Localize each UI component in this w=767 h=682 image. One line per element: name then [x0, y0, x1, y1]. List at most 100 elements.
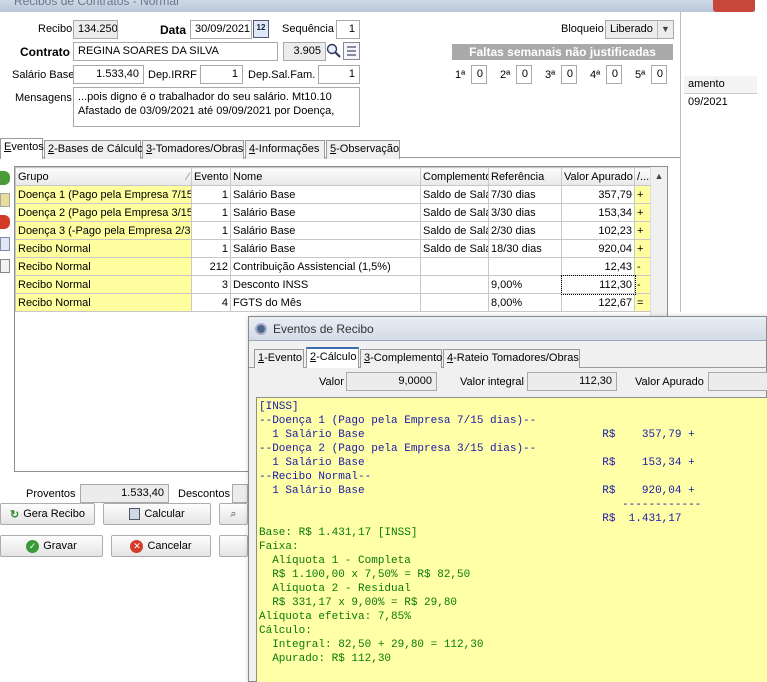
- dialog-tab-calculo[interactable]: 2-Cálculo: [306, 347, 359, 368]
- cell-nome: Salário Base: [230, 221, 421, 240]
- col-sinal[interactable]: /...: [634, 167, 652, 186]
- tab-tomadores-obras[interactable]: 3-Tomadores/Obras: [142, 140, 244, 159]
- col-complemento[interactable]: Complemento: [420, 167, 489, 186]
- cancelar-button[interactable]: ✕ Cancelar: [111, 535, 211, 557]
- search-icon[interactable]: [326, 42, 342, 60]
- proventos-label: Proventos: [26, 488, 76, 500]
- dialog-title-bar: Eventos de Recibo: [249, 317, 766, 341]
- faltas-week-field[interactable]: 0: [471, 65, 487, 84]
- table-row[interactable]: Recibo Normal 212 Contribuição Assistencia…: [15, 257, 652, 276]
- tab-eventos[interactable]: Eventos: [0, 138, 44, 159]
- chevron-down-icon[interactable]: ▼: [657, 21, 673, 38]
- salario-field[interactable]: 1.533,40: [73, 65, 144, 84]
- dialog-tab-rateio[interactable]: 4-Rateio Tomadores/Obras: [443, 349, 580, 368]
- faltas-title: Faltas semanais não justificadas: [452, 44, 673, 60]
- recibo-field[interactable]: 134.250: [73, 20, 118, 39]
- cell-evento: 212: [191, 257, 231, 276]
- contrato-code-field[interactable]: 3.905: [283, 42, 326, 61]
- cell-valor: 12,43: [561, 257, 635, 276]
- scroll-up-icon[interactable]: ▲: [651, 167, 667, 185]
- faltas-week-field[interactable]: 0: [651, 65, 667, 84]
- recibo-label: Recibo: [38, 23, 73, 35]
- tab-observacao[interactable]: 5-Observação: [326, 140, 400, 159]
- table-row[interactable]: Recibo Normal 4 FGTS do Mês 8,00% 122,67 =: [15, 293, 652, 312]
- document-icon[interactable]: [0, 259, 10, 273]
- faltas-week-field[interactable]: 0: [606, 65, 622, 84]
- col-evento[interactable]: Evento: [191, 167, 231, 186]
- dialog-valor-apurado-field: [708, 372, 767, 391]
- empty-cell: [16, 312, 192, 330]
- dialog-tab-evento[interactable]: 1-Evento: [254, 349, 304, 368]
- delete-icon[interactable]: [0, 215, 10, 229]
- calc-line: R$ 1.431,17: [259, 513, 682, 525]
- dialog-tab-complemento[interactable]: 3-Complemento: [360, 349, 442, 368]
- extra-button[interactable]: [219, 535, 248, 557]
- cell-evento: 3: [191, 275, 231, 294]
- faltas-week-field[interactable]: 0: [516, 65, 532, 84]
- cell-referencia: 2/30 dias: [488, 221, 562, 240]
- sequencia-field[interactable]: 1: [336, 20, 360, 39]
- cell-nome: Desconto INSS: [230, 275, 421, 294]
- bloqueio-select[interactable]: Liberado ▼: [605, 20, 674, 39]
- calc-line: 1 Salário Base R$ 920,04 +: [259, 485, 695, 497]
- app-icon: [255, 322, 267, 335]
- preview-button[interactable]: ⌕: [219, 503, 248, 525]
- faltas-week-label: 5ª: [635, 69, 646, 81]
- calculator-icon: [129, 508, 141, 520]
- tab-informacoes[interactable]: 4-Informações: [245, 140, 325, 159]
- background-list-row[interactable]: 09/2021: [684, 94, 757, 112]
- col-referencia[interactable]: Referência: [488, 167, 562, 186]
- faltas-week-field[interactable]: 0: [561, 65, 577, 84]
- calc-line: --Doença 2 (Pago pela Empresa 3/15 dias)…: [259, 443, 537, 455]
- empty-cell: [192, 312, 231, 330]
- cell-sinal: +: [634, 185, 652, 204]
- background-list-header: amento: [684, 76, 757, 94]
- calc-line: Base: R$ 1.431,17 [INSS]: [259, 527, 418, 539]
- table-row[interactable]: Doença 1 (Pago pela Empresa 7/15 d 1 Salár…: [15, 185, 652, 204]
- calendar-icon[interactable]: 12: [253, 20, 269, 38]
- mensagens-textarea[interactable]: ...pois digno é o trabalhador do seu sal…: [73, 87, 360, 127]
- calc-line: R$ 1.100,00 x 7,50% = R$ 82,50: [259, 569, 471, 581]
- faltas-week-label: 4ª: [590, 69, 601, 81]
- dialog-valor-integral-field: 112,30: [527, 372, 617, 391]
- mensagens-line-2: Afastado de 03/09/2021 até 09/09/2021 po…: [78, 105, 335, 117]
- calc-line: 1 Salário Base R$ 357,79 +: [259, 429, 695, 441]
- dep-sal-field[interactable]: 1: [318, 65, 360, 84]
- edit-icon[interactable]: [0, 193, 10, 207]
- col-nome[interactable]: Nome: [230, 167, 421, 186]
- cell-nome: Contribuição Assistencial (1,5%): [230, 257, 421, 276]
- tab-bases-calculo[interactable]: 2-Bases de Cálculo: [44, 140, 143, 159]
- calcular-button[interactable]: Calcular: [103, 503, 211, 525]
- cell-evento: 1: [191, 221, 231, 240]
- col-grupo[interactable]: Grupo ⁄: [15, 167, 192, 186]
- dialog-valor-field: 9,0000: [346, 372, 437, 391]
- calculo-text-area[interactable]: [INSS] --Doença 1 (Pago pela Empresa 7/15…: [256, 397, 767, 682]
- cell-referencia: [488, 257, 562, 276]
- cell-nome: Salário Base: [230, 185, 421, 204]
- empty-cell: [16, 402, 192, 420]
- calc-line: R$ 331,17 x 9,00% = R$ 29,80: [259, 597, 458, 609]
- list-icon[interactable]: [343, 42, 360, 60]
- gravar-button[interactable]: ✓ Gravar: [0, 535, 103, 557]
- cell-referencia: 18/30 dias: [488, 239, 562, 258]
- table-row[interactable]: Recibo Normal 3 Desconto INSS 9,00% 112,30-: [15, 274, 652, 295]
- table-row[interactable]: Doença 3 (-Pago pela Empresa 2/3 d 1 Salár…: [15, 221, 652, 240]
- contrato-field[interactable]: REGINA SOARES DA SILVA: [73, 42, 278, 61]
- calc-line: Alíquota efetiva: 7,85%: [259, 611, 411, 623]
- data-field[interactable]: 30/09/2021: [190, 20, 252, 39]
- table-row[interactable]: Recibo Normal 1 Salário Base Saldo de Salá 1…: [15, 239, 652, 258]
- col-valor-apurado[interactable]: Valor Apurado: [561, 167, 635, 186]
- cell-sinal: +: [634, 203, 652, 222]
- mensagens-label: Mensagens: [15, 92, 72, 104]
- gera-recibo-button[interactable]: ↻ Gera Recibo: [0, 503, 95, 525]
- sequencia-label: Sequência: [282, 23, 334, 35]
- faltas-week-label: 3ª: [545, 69, 556, 81]
- faltas-week-label: 2ª: [500, 69, 511, 81]
- empty-cell: [192, 420, 231, 438]
- add-icon[interactable]: [0, 171, 10, 185]
- cell-sinal: +: [634, 221, 652, 240]
- title-bar-close[interactable]: [713, 0, 755, 12]
- table-row[interactable]: Doença 2 (Pago pela Empresa 3/15 d 1 Salár…: [15, 203, 652, 222]
- copy-icon[interactable]: [0, 237, 10, 251]
- dep-irrf-field[interactable]: 1: [200, 65, 243, 84]
